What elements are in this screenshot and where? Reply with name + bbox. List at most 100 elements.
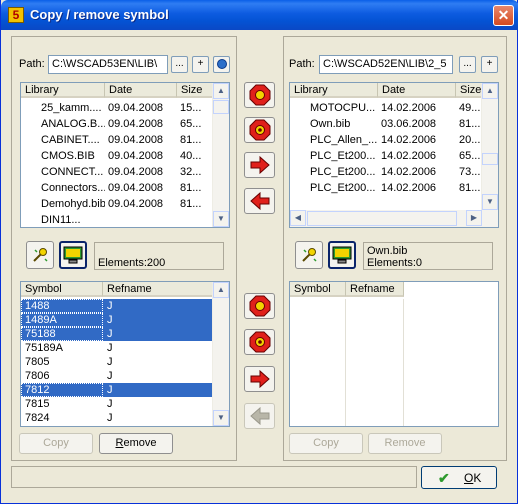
- left-copy-button[interactable]: Copy: [19, 433, 93, 454]
- right-path-field[interactable]: C:\WSCAD52EN\LIB\2_5: [319, 55, 453, 74]
- column-header-date[interactable]: Date: [105, 83, 177, 98]
- library-name-cell: PLC_Et200...: [310, 182, 376, 194]
- library-size-cell: 32...: [180, 166, 202, 178]
- column-header-size[interactable]: Size: [456, 83, 482, 98]
- globe-icon: [216, 59, 227, 69]
- copy-all-libraries-button[interactable]: [244, 82, 275, 108]
- library-date-cell: 09.04.2008: [108, 102, 164, 114]
- move-right-button[interactable]: [244, 152, 275, 178]
- column-header-symbol[interactable]: Symbol: [290, 282, 346, 297]
- left-add-path-button[interactable]: +: [192, 56, 209, 73]
- left-symbol-list[interactable]: Symbol Refname 1488 J 1489A J 75188 J 75189A J 7…: [20, 281, 230, 427]
- library-date-cell: 09.04.2008: [108, 198, 164, 210]
- move-symbol-right-button[interactable]: [244, 366, 275, 392]
- library-row[interactable]: Connectors... 09.04.2008 81...: [21, 180, 213, 196]
- left-preview-button[interactable]: [59, 241, 87, 269]
- move-symbol-left-button[interactable]: [244, 403, 275, 429]
- refname-cell: J: [107, 412, 113, 424]
- right-properties-button[interactable]: [295, 241, 323, 269]
- symbol-row[interactable]: 7815 J: [21, 397, 213, 411]
- library-name-cell: Demohyd.bib: [41, 198, 105, 210]
- ok-label: OK: [464, 471, 482, 485]
- library-row[interactable]: CABINET.... 09.04.2008 81...: [21, 132, 213, 148]
- copy-library-button[interactable]: [244, 117, 275, 143]
- scroll-down-arrow-icon[interactable]: ▼: [213, 211, 229, 227]
- scroll-left-arrow-icon[interactable]: ◀: [290, 210, 306, 226]
- library-name-cell: Connectors...: [41, 182, 105, 194]
- symbol-row[interactable]: 75189A J: [21, 341, 213, 355]
- left-browse-button[interactable]: ...: [171, 56, 188, 73]
- symbol-cell: 1488: [21, 299, 103, 313]
- symbol-row[interactable]: 1488 J: [21, 299, 213, 313]
- library-size-cell: [180, 212, 213, 227]
- right-preview-button[interactable]: [328, 241, 356, 269]
- symbol-row[interactable]: 7806 J: [21, 369, 213, 383]
- copy-symbol-button[interactable]: [244, 329, 275, 355]
- scroll-down-arrow-icon[interactable]: ▼: [482, 194, 498, 210]
- right-symbol-list[interactable]: Symbol Refname: [289, 281, 499, 427]
- library-row[interactable]: 25_kamm.... 09.04.2008 15...: [21, 100, 213, 116]
- symbol-row[interactable]: 75188 J: [21, 327, 213, 341]
- scroll-up-arrow-icon[interactable]: ▲: [482, 83, 498, 99]
- move-left-button[interactable]: [244, 188, 275, 214]
- column-header-size[interactable]: Size: [177, 83, 213, 98]
- library-name-cell: CONNECT...: [41, 166, 104, 178]
- symbol-row[interactable]: 7824 J: [21, 411, 213, 425]
- right-library-scrollbar[interactable]: ▲ ▼: [481, 83, 498, 210]
- library-row[interactable]: PLC_Allen_... 14.02.2006 20...: [290, 132, 482, 148]
- scroll-up-arrow-icon[interactable]: ▲: [213, 83, 229, 99]
- right-browse-button[interactable]: ...: [459, 56, 476, 73]
- scroll-up-arrow-icon[interactable]: ▲: [213, 282, 229, 298]
- left-network-button[interactable]: [213, 56, 230, 73]
- symbol-row[interactable]: 7805 J: [21, 355, 213, 369]
- refname-cell: J: [103, 299, 213, 313]
- left-library-list[interactable]: Library Date Size 25_kamm.... 09.04.2008 1…: [20, 82, 230, 228]
- library-row[interactable]: PLC_Et200... 14.02.2006 81...: [290, 180, 482, 196]
- library-row[interactable]: PLC_Et200... 14.02.2006 73...: [290, 164, 482, 180]
- symbol-cell: 1489A: [21, 313, 103, 327]
- right-library-name: Own.bib: [367, 245, 408, 257]
- column-header-library[interactable]: Library: [290, 83, 378, 98]
- wand-icon: [33, 248, 48, 262]
- title-bar[interactable]: 5 Copy / remove symbol ✕: [1, 0, 518, 30]
- scroll-right-arrow-icon[interactable]: ▶: [466, 210, 482, 226]
- right-library-hscrollbar[interactable]: ◀ ▶: [290, 210, 498, 227]
- library-row[interactable]: DIN11...: [21, 212, 213, 227]
- library-row[interactable]: ANALOG.B... 09.04.2008 65...: [21, 116, 213, 132]
- close-button[interactable]: ✕: [493, 5, 514, 26]
- library-row[interactable]: PLC_Et200... 14.02.2006 65...: [290, 148, 482, 164]
- wand-icon: [302, 248, 317, 262]
- arrow-right-icon: [250, 156, 270, 174]
- library-date-cell: 09.04.2008: [108, 166, 164, 178]
- right-remove-button[interactable]: Remove: [368, 433, 442, 454]
- column-header-refname[interactable]: Refname: [103, 282, 213, 297]
- column-header-library[interactable]: Library: [21, 83, 105, 98]
- library-row[interactable]: Demohyd.bib 09.04.2008 81...: [21, 196, 213, 212]
- right-library-list[interactable]: Library Date Size MOTOCPU... 14.02.2006 49…: [289, 82, 499, 228]
- symbol-row[interactable]: 7812 J: [21, 383, 213, 397]
- right-add-path-button[interactable]: +: [481, 56, 498, 73]
- left-symbol-scrollbar[interactable]: ▲ ▼: [212, 282, 229, 426]
- library-name-cell: ANALOG.B...: [41, 118, 105, 130]
- column-header-date[interactable]: Date: [378, 83, 456, 98]
- library-size-cell: 81...: [180, 134, 202, 146]
- library-name-cell: CABINET....: [41, 134, 100, 146]
- copy-all-symbols-button[interactable]: [244, 293, 275, 319]
- scroll-down-arrow-icon[interactable]: ▼: [213, 410, 229, 426]
- library-row[interactable]: CONNECT... 09.04.2008 32...: [21, 164, 213, 180]
- left-path-field[interactable]: C:\WSCAD53EN\LIB\: [48, 55, 168, 74]
- column-header-symbol[interactable]: Symbol: [21, 282, 103, 297]
- scroll-thumb[interactable]: [213, 100, 229, 114]
- scroll-thumb[interactable]: [482, 153, 498, 165]
- library-row[interactable]: CMOS.BIB 09.04.2008 40...: [21, 148, 213, 164]
- right-copy-button[interactable]: Copy: [289, 433, 363, 454]
- ok-button[interactable]: ✔ OK: [421, 466, 497, 489]
- left-library-scrollbar[interactable]: ▲ ▼: [212, 83, 229, 227]
- symbol-row[interactable]: 1489A J: [21, 313, 213, 327]
- column-header-refname[interactable]: Refname: [346, 282, 404, 297]
- library-row[interactable]: MOTOCPU... 14.02.2006 49...: [290, 100, 482, 116]
- scroll-thumb[interactable]: [307, 211, 457, 226]
- left-properties-button[interactable]: [26, 241, 54, 269]
- library-row[interactable]: Own.bib 03.06.2008 81...: [290, 116, 482, 132]
- left-remove-button[interactable]: Remove: [99, 433, 173, 454]
